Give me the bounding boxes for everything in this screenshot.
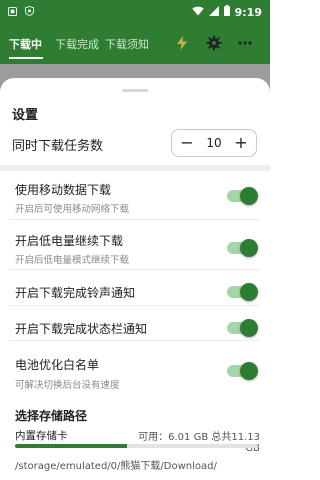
mobile-data-toggle[interactable] (227, 187, 258, 205)
tab-download-notice[interactable]: 下载须知 (105, 36, 149, 52)
battery-whitelist-toggle[interactable] (227, 362, 258, 380)
complete-sound-toggle[interactable] (227, 283, 258, 301)
decrement-button[interactable]: − (174, 130, 200, 156)
setting-row-mobile-data[interactable]: 使用移动数据下载 开启后可使用移动网络下载 (0, 171, 270, 220)
wifi-icon (191, 6, 204, 19)
notification-square-icon (7, 6, 17, 19)
setting-title: 开启下载完成铃声通知 (15, 286, 136, 300)
storage-name[interactable]: 内置存储卡 (15, 428, 68, 443)
more-vertical-icon[interactable] (234, 32, 256, 54)
tab-downloading[interactable]: 下载中 (9, 36, 42, 52)
setting-title: 使用移动数据下载 (15, 183, 112, 197)
increment-button[interactable]: + (228, 130, 254, 156)
low-battery-toggle[interactable] (227, 239, 258, 257)
concurrency-label: 同时下载任务数 (12, 139, 104, 154)
setting-title: 开启低电量继续下载 (15, 234, 124, 248)
setting-subtitle: 可解决切换后台没有速度 (15, 380, 120, 391)
setting-subtitle: 开启后可使用移动网络下载 (15, 204, 130, 215)
lightning-icon[interactable] (171, 32, 193, 54)
gear-icon[interactable] (203, 32, 225, 54)
concurrency-value: 10 (206, 136, 222, 150)
active-tab-indicator (9, 57, 43, 59)
signal-icon (208, 5, 219, 19)
storage-usage-bar (15, 444, 258, 448)
sheet-title: 设置 (12, 108, 39, 123)
status-right: 9:19 (191, 5, 262, 19)
status-left (7, 5, 34, 19)
setting-row-complete-sound[interactable]: 开启下载完成铃声通知 (0, 270, 270, 306)
storage-usage-fill (15, 444, 127, 448)
setting-subtitle: 开启后低电量模式继续下载 (15, 255, 130, 266)
setting-row-status-bar-notice[interactable]: 开启下载完成状态栏通知 (0, 306, 270, 341)
storage-path[interactable]: /storage/emulated/0/熊猫下载/Download/ (15, 457, 217, 472)
setting-title: 开启下载完成状态栏通知 (15, 322, 148, 336)
storage-section-title: 选择存储路径 (15, 409, 88, 423)
drag-handle[interactable] (122, 89, 148, 92)
status-bar-notice-toggle[interactable] (227, 319, 258, 337)
shield-icon (25, 5, 34, 19)
settings-bottom-sheet: 设置 同时下载任务数 − 10 + 使用移动数据下载 开启后可使用移动网络下载 … (0, 78, 270, 480)
app-bar: 下载中 下载完成 下载须知 (0, 24, 270, 64)
concurrency-stepper: − 10 + (171, 129, 257, 157)
storage-availability: 可用：6.01 GB 总共11.13 GB (138, 432, 260, 454)
tab-completed[interactable]: 下载完成 (55, 36, 99, 52)
setting-title: 电池优化白名单 (15, 358, 100, 372)
setting-row-battery-whitelist[interactable]: 电池优化白名单 可解决切换后台没有速度 (0, 341, 270, 399)
setting-row-low-battery[interactable]: 开启低电量继续下载 开启后低电量模式继续下载 (0, 220, 270, 270)
status-bar: 9:19 (0, 0, 270, 24)
status-time: 9:19 (234, 5, 262, 19)
battery-icon (223, 5, 230, 19)
